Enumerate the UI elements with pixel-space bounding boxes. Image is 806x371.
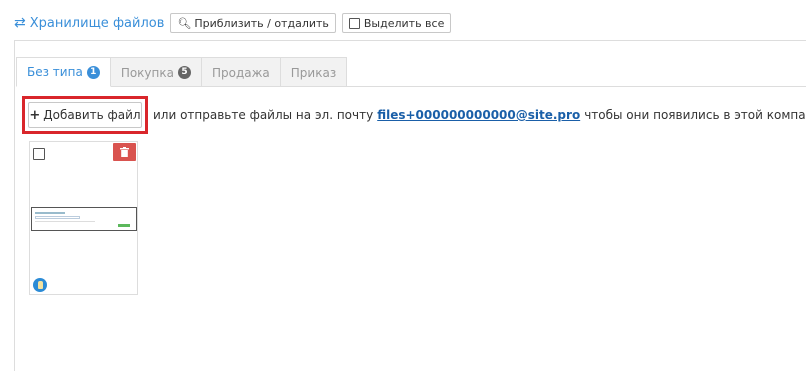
add-file-label: Добавить файл — [43, 108, 141, 122]
message-after: чтобы они появились в этой компании — [584, 108, 806, 122]
file-select-checkbox[interactable] — [33, 148, 45, 160]
tab-label: Продажа — [211, 65, 270, 80]
tab-count-badge: 5 — [177, 66, 191, 79]
tab-sale[interactable]: Продажа — [200, 57, 281, 87]
tab-purchase[interactable]: Покупка 5 — [109, 57, 202, 87]
content-left-border — [14, 40, 15, 371]
add-file-highlight: + Добавить файл — [22, 96, 148, 134]
checkbox-icon — [348, 17, 360, 29]
zoom-icon: 🔍︎ — [177, 16, 192, 30]
select-all-label: Выделить все — [363, 16, 445, 30]
header-divider — [14, 40, 806, 41]
uploader-avatar — [33, 278, 47, 292]
file-storage-title-label: Хранилище файлов — [29, 15, 165, 31]
upload-email-link[interactable]: files+000000000000@site.pro — [377, 108, 580, 122]
file-card[interactable] — [29, 141, 138, 295]
tab-order[interactable]: Приказ — [279, 57, 348, 87]
tabs-divider — [16, 86, 806, 87]
select-all-button[interactable]: Выделить все — [341, 13, 452, 33]
exchange-arrows-icon: ⇄ — [14, 15, 26, 31]
delete-file-button[interactable] — [113, 143, 136, 161]
plus-icon: + — [29, 107, 41, 123]
file-storage-toolbar: ⇄ Хранилище файлов 🔍︎ Приблизить / отдал… — [14, 12, 457, 34]
add-file-button[interactable]: + Добавить файл — [28, 102, 142, 128]
message-before: или отправьте файлы на эл. почту — [153, 108, 374, 122]
tab-label: Покупка — [120, 65, 174, 80]
zoom-button-label: Приблизить / отдалить — [194, 16, 329, 30]
tab-label: Приказ — [290, 65, 337, 80]
trash-icon — [120, 147, 129, 157]
tab-count-badge: 1 — [86, 65, 100, 79]
user-icon — [37, 281, 43, 289]
tab-untyped[interactable]: Без типа 1 — [16, 57, 111, 87]
file-storage-title[interactable]: ⇄ Хранилище файлов — [14, 15, 164, 31]
file-type-tabs: Без типа 1 Покупка 5 Продажа Приказ — [16, 57, 348, 87]
email-upload-message: или отправьте файлы на эл. почту files+0… — [153, 108, 806, 122]
zoom-button[interactable]: 🔍︎ Приблизить / отдалить — [170, 13, 336, 33]
file-thumbnail[interactable] — [31, 207, 137, 231]
tab-label: Без типа — [27, 65, 83, 79]
